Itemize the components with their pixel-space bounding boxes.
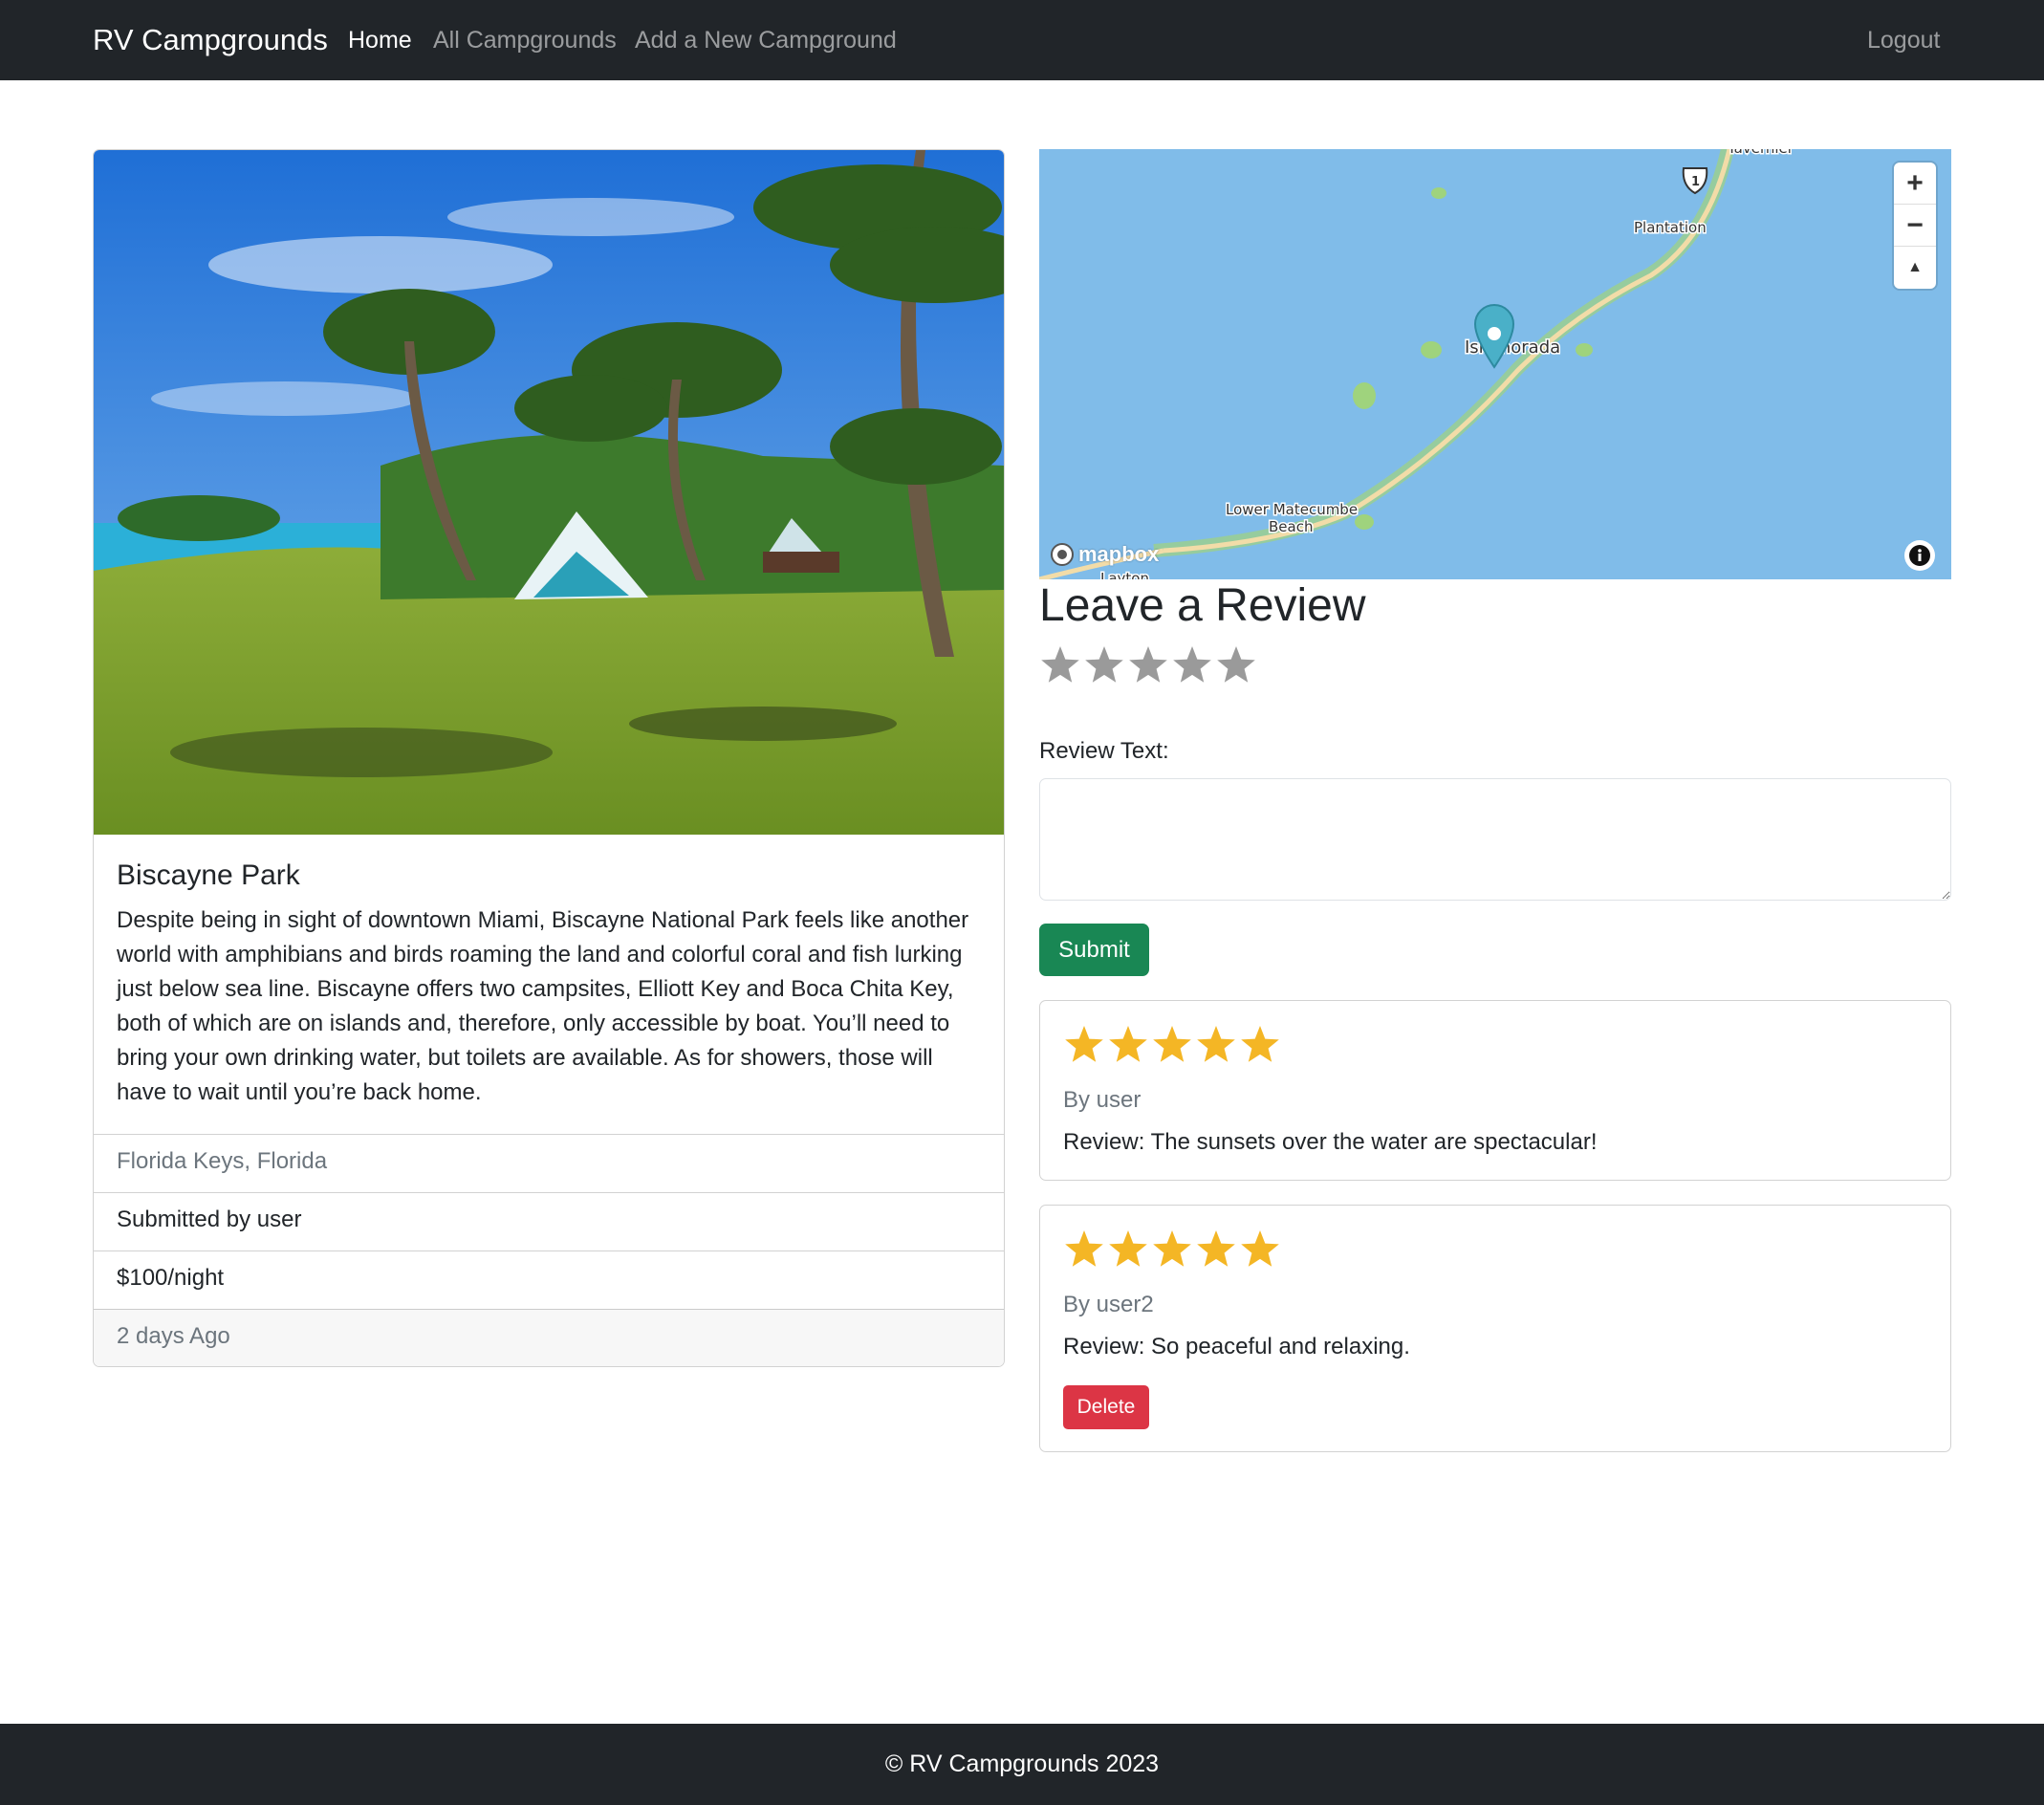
info-icon[interactable] [1904, 540, 1935, 571]
campground-card: Biscayne Park Despite being in sight of … [93, 149, 1005, 1367]
location-pin-icon[interactable] [1473, 304, 1515, 369]
footer: © RV Campgrounds 2023 [0, 1724, 2044, 1805]
map[interactable]: Tavernier Plantation Islamorada Lower Ma… [1039, 149, 1951, 579]
mapbox-logo-text: mapbox [1078, 542, 1160, 566]
star-icon [1197, 1230, 1235, 1267]
review-body: Review: So peaceful and relaxing. [1063, 1334, 1410, 1359]
map-label-plantation: Plantation [1634, 219, 1707, 236]
star-icon [1065, 1230, 1103, 1267]
campground-price: $100/night [94, 1250, 1004, 1309]
review-card: By user2 Review: So peaceful and relaxin… [1039, 1205, 1951, 1452]
map-zoom-controls: + − ▲ [1894, 163, 1936, 289]
zoom-in-button[interactable]: + [1894, 163, 1936, 205]
review-rating [1063, 1229, 1281, 1271]
highway-shield-icon: 1 [1682, 167, 1708, 195]
review-body: Review: The sunsets over the water are s… [1063, 1129, 1598, 1155]
star-icon [1065, 1026, 1103, 1062]
nav-link-home[interactable]: Home [348, 27, 412, 54]
campground-location: Florida Keys, Florida [94, 1134, 1004, 1192]
star-icon [1241, 1230, 1279, 1267]
review-author: By user2 [1063, 1292, 1154, 1317]
delete-review-button[interactable]: Delete [1063, 1385, 1149, 1429]
map-label-lower-matecumbe: Lower Matecumbe [1226, 501, 1358, 518]
nav-link-new-campground[interactable]: Add a New Campground [635, 27, 897, 54]
star-icon [1153, 1026, 1191, 1062]
review-card: By user Review: The sunsets over the wat… [1039, 1000, 1951, 1181]
map-label-tavernier: Tavernier [1727, 149, 1794, 157]
star-icon [1109, 1230, 1147, 1267]
review-text-label: Review Text: [1039, 738, 1169, 764]
info-glyph-icon [1909, 545, 1930, 566]
campground-description: Despite being in sight of downtown Miami… [117, 907, 969, 1105]
review-text-input[interactable] [1039, 778, 1951, 901]
navbar: RV Campgrounds Home All Campgrounds Add … [0, 0, 2044, 80]
star-icon [1197, 1026, 1235, 1062]
review-rating [1063, 1024, 1281, 1066]
star-icon [1241, 1026, 1279, 1062]
map-label-layton: Layton [1100, 570, 1149, 579]
compass-button[interactable]: ▲ [1894, 247, 1936, 289]
campground-title: Biscayne Park [117, 859, 300, 891]
star-icon[interactable] [1083, 644, 1125, 686]
highway-shield-number: 1 [1691, 175, 1700, 189]
star-icon[interactable] [1039, 644, 1081, 686]
star-icon [1109, 1026, 1147, 1062]
campground-author: Submitted by user [94, 1192, 1004, 1250]
mapbox-logo-icon [1051, 543, 1074, 566]
map-canvas: Tavernier Plantation Islamorada Lower Ma… [1039, 149, 1795, 579]
review-form-heading: Leave a Review [1039, 580, 1366, 631]
zoom-out-button[interactable]: − [1894, 205, 1936, 247]
star-icon [1153, 1230, 1191, 1267]
campground-posted-date: 2 days Ago [94, 1309, 1004, 1366]
logout-link[interactable]: Logout [1867, 27, 1940, 54]
rating-input[interactable] [1039, 644, 1257, 686]
map-label-lower-matecumbe-beach: Beach [1269, 518, 1313, 535]
campground-photo [94, 150, 1004, 835]
submit-review-button[interactable]: Submit [1039, 924, 1149, 976]
mapbox-logo[interactable]: mapbox [1050, 540, 1159, 569]
nav-link-all-campgrounds[interactable]: All Campgrounds [433, 27, 617, 54]
star-icon[interactable] [1171, 644, 1213, 686]
brand-link[interactable]: RV Campgrounds [93, 23, 328, 57]
star-icon[interactable] [1127, 644, 1169, 686]
star-icon[interactable] [1215, 644, 1257, 686]
review-author: By user [1063, 1087, 1142, 1113]
